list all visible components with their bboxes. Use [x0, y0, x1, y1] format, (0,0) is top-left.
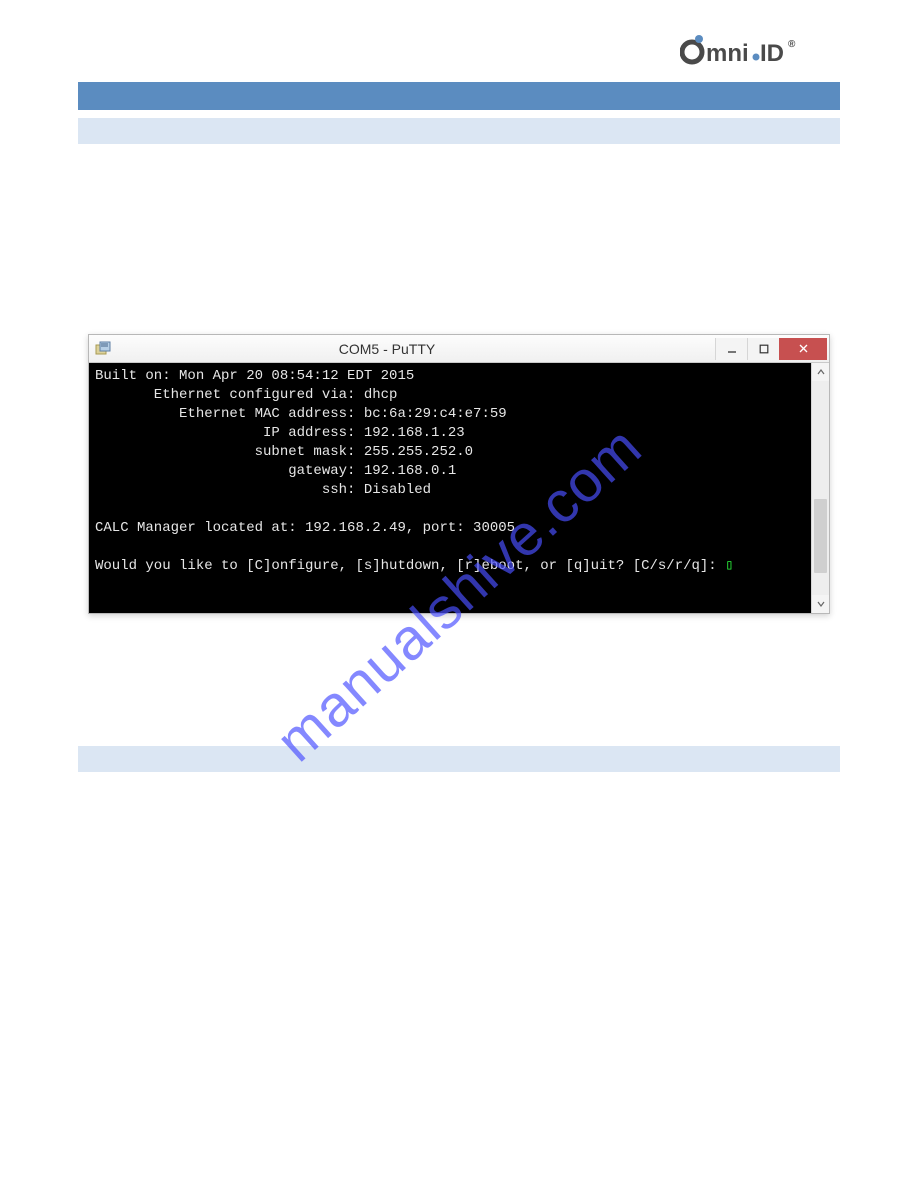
close-button[interactable]: [779, 338, 827, 360]
spacer: [50, 614, 868, 734]
spacer: [50, 144, 868, 334]
close-icon: [798, 343, 809, 354]
minimize-icon: [727, 344, 737, 354]
svg-text:ID: ID: [760, 40, 784, 67]
scroll-track[interactable]: [812, 381, 829, 595]
svg-text:mni: mni: [706, 40, 749, 67]
omniid-logo-icon: mni ID ®: [680, 30, 840, 68]
section-bar-dark: [78, 82, 840, 110]
window-title: COM5 - PuTTY: [59, 341, 715, 357]
putty-window: COM5 - PuTTY Built on: Mon Apr 20 08:54:…: [88, 334, 830, 614]
terminal-output[interactable]: Built on: Mon Apr 20 08:54:12 EDT 2015 E…: [89, 363, 811, 613]
scrollbar[interactable]: [811, 363, 829, 613]
chevron-up-icon: [817, 369, 825, 375]
header-logo-row: mni ID ®: [50, 30, 868, 68]
svg-text:®: ®: [788, 39, 796, 50]
window-titlebar: COM5 - PuTTY: [89, 335, 829, 363]
scroll-thumb[interactable]: [814, 499, 827, 573]
scroll-down-arrow[interactable]: [812, 595, 829, 613]
section-bar-light-top: [78, 118, 840, 144]
brand-logo: mni ID ®: [680, 30, 840, 68]
window-body: Built on: Mon Apr 20 08:54:12 EDT 2015 E…: [89, 363, 829, 613]
chevron-down-icon: [817, 601, 825, 607]
maximize-button[interactable]: [747, 338, 779, 360]
scroll-up-arrow[interactable]: [812, 363, 829, 381]
maximize-icon: [759, 344, 769, 354]
window-buttons-group: [715, 338, 827, 360]
section-bar-light-bottom: [78, 746, 840, 772]
minimize-button[interactable]: [715, 338, 747, 360]
